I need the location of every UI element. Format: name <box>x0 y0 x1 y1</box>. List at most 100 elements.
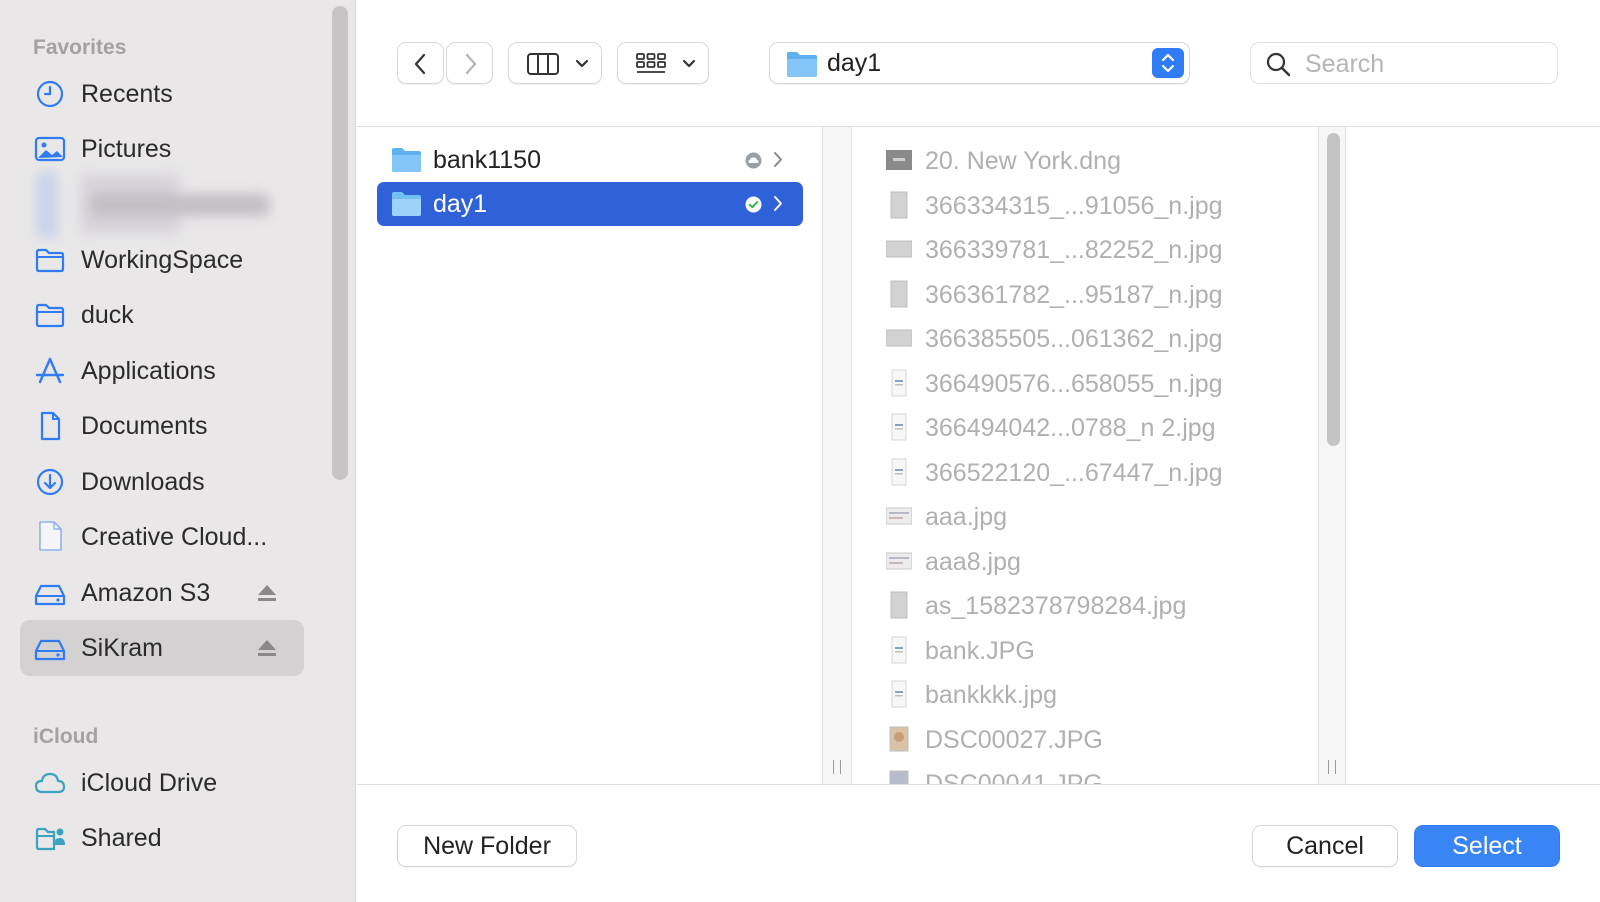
file-row[interactable]: 366494042...0788_n 2.jpg <box>884 405 1304 449</box>
image-thumbnail-icon <box>889 726 909 751</box>
image-thumbnail-icon <box>891 369 907 396</box>
network-drive-icon <box>34 584 66 606</box>
file-label: 20. New York.dng <box>925 147 1121 175</box>
image-thumbnail-icon <box>889 770 909 784</box>
image-thumbnail-icon <box>891 680 907 708</box>
cancel-button[interactable]: Cancel <box>1252 825 1398 867</box>
sidebar-item-label: Recents <box>81 80 173 108</box>
grid-icon <box>636 53 666 73</box>
photo-icon <box>34 136 66 162</box>
search-field[interactable]: Search <box>1250 42 1558 84</box>
image-thumbnail-icon <box>890 280 908 307</box>
sidebar-item-creative-cloud[interactable]: Creative Cloud... <box>20 509 304 565</box>
sidebar-heading-favorites: Favorites <box>33 36 127 59</box>
file-row[interactable]: 366522120_...67447_n.jpg <box>884 450 1304 494</box>
file-row[interactable]: 366490576...658055_n.jpg <box>884 361 1304 405</box>
file-open-dialog: Favorites Recents Pictures WorkingSpace … <box>0 0 1600 902</box>
file-row[interactable]: 20. New York.dng <box>884 138 1304 182</box>
file-label: 366494042...0788_n 2.jpg <box>925 414 1216 442</box>
path-label: day1 <box>827 49 882 77</box>
up-down-chevron-icon <box>1161 53 1175 73</box>
sidebar-scrollbar[interactable] <box>332 6 348 480</box>
sidebar-item-sikram[interactable]: SiKram <box>20 620 304 676</box>
column-resize-handle[interactable] <box>1328 760 1336 774</box>
sidebar-item-label: SiKram <box>81 634 163 662</box>
sidebar-item-workingspace[interactable]: WorkingSpace <box>20 232 304 288</box>
back-button[interactable] <box>397 42 444 84</box>
file-label: 366522120_...67447_n.jpg <box>925 458 1223 487</box>
document-icon <box>40 411 61 441</box>
select-button[interactable]: Select <box>1414 825 1560 867</box>
file-row[interactable]: as_1582378798284.jpg <box>884 583 1304 627</box>
redacted-sidebar-item <box>36 172 270 238</box>
synced-status-icon <box>745 196 762 213</box>
directory-row-day1[interactable]: day1 <box>377 182 803 226</box>
group-button[interactable] <box>617 42 709 84</box>
folder-icon <box>392 148 421 172</box>
file-row[interactable]: 366339781_...82252_n.jpg <box>884 227 1304 271</box>
chevron-right-icon <box>465 53 477 75</box>
sidebar-item-applications[interactable]: Applications <box>20 343 304 399</box>
path-popup[interactable]: day1 <box>769 42 1190 84</box>
file-label: as_1582378798284.jpg <box>925 592 1187 620</box>
sidebar-item-amazon-s3[interactable]: Amazon S3 <box>20 565 304 621</box>
file-label: aaa.jpg <box>925 503 1008 531</box>
image-thumbnail-icon <box>886 552 912 569</box>
file-row[interactable]: 366334315_...91056_n.jpg <box>884 183 1304 227</box>
image-thumbnail-icon <box>891 413 907 441</box>
image-thumbnail-icon <box>890 591 908 619</box>
chevron-left-icon <box>414 53 426 75</box>
file-row[interactable]: bankkkk.jpg <box>884 672 1304 716</box>
sidebar-item-shared[interactable]: Shared <box>20 810 304 866</box>
file-row[interactable]: 366361782_...95187_n.jpg <box>884 272 1304 316</box>
sidebar: Favorites Recents Pictures WorkingSpace … <box>0 0 356 902</box>
file-row[interactable]: DSC00027.JPG <box>884 717 1304 761</box>
forward-button[interactable] <box>446 42 493 84</box>
scrollbar-thumb[interactable] <box>1327 133 1340 446</box>
view-mode-button[interactable] <box>508 42 602 84</box>
file-column-scrollbar[interactable] <box>1318 127 1346 784</box>
image-thumbnail-icon <box>886 507 912 525</box>
column-divider[interactable] <box>823 127 852 784</box>
file-label: 366361782_...95187_n.jpg <box>925 280 1223 309</box>
file-row[interactable]: aaa.jpg <box>884 494 1304 538</box>
preview-column <box>1346 127 1600 784</box>
chevron-down-icon <box>682 59 696 68</box>
sidebar-item-pictures[interactable]: Pictures <box>20 121 304 177</box>
clock-icon <box>36 80 64 108</box>
file-icon <box>39 521 62 551</box>
network-drive-icon <box>34 639 66 661</box>
new-folder-button[interactable]: New Folder <box>397 825 577 867</box>
file-row[interactable]: DSC00041.JPG <box>884 761 1304 784</box>
sidebar-item-label: Shared <box>81 824 162 852</box>
column-resize-handle[interactable] <box>833 760 841 774</box>
sidebar-item-downloads[interactable]: Downloads <box>20 454 304 510</box>
sidebar-item-label: Downloads <box>81 468 205 496</box>
image-thumbnail-icon <box>890 191 908 218</box>
folder-icon <box>35 303 65 328</box>
file-label: bankkkk.jpg <box>925 681 1058 709</box>
sidebar-item-icloud-drive[interactable]: iCloud Drive <box>20 755 304 811</box>
directory-column: bank1150 day1 <box>357 127 823 784</box>
file-row[interactable]: 366385505...061362_n.jpg <box>884 316 1304 360</box>
search-icon <box>1266 52 1291 77</box>
sidebar-item-label: WorkingSpace <box>81 246 244 274</box>
path-stepper[interactable] <box>1152 48 1184 78</box>
sidebar-heading-icloud: iCloud <box>33 725 99 748</box>
sidebar-item-duck[interactable]: duck <box>20 287 304 343</box>
sidebar-item-recents[interactable]: Recents <box>20 66 304 122</box>
file-row[interactable]: aaa8.jpg <box>884 539 1304 583</box>
directory-row-bank1150[interactable]: bank1150 <box>377 138 803 182</box>
eject-icon[interactable] <box>256 638 278 658</box>
cloud-icon <box>34 772 66 794</box>
image-thumbnail-icon <box>891 636 907 663</box>
sidebar-item-documents[interactable]: Documents <box>20 398 304 454</box>
file-row[interactable]: bank.JPG <box>884 628 1304 672</box>
file-label: aaa8.jpg <box>925 547 1021 576</box>
sidebar-item-label: Documents <box>81 412 208 440</box>
cloud-status-icon <box>745 152 762 169</box>
eject-icon[interactable] <box>256 583 278 603</box>
image-thumbnail-icon <box>886 329 912 347</box>
sidebar-item-label: Applications <box>81 357 216 385</box>
applications-icon <box>35 357 65 384</box>
